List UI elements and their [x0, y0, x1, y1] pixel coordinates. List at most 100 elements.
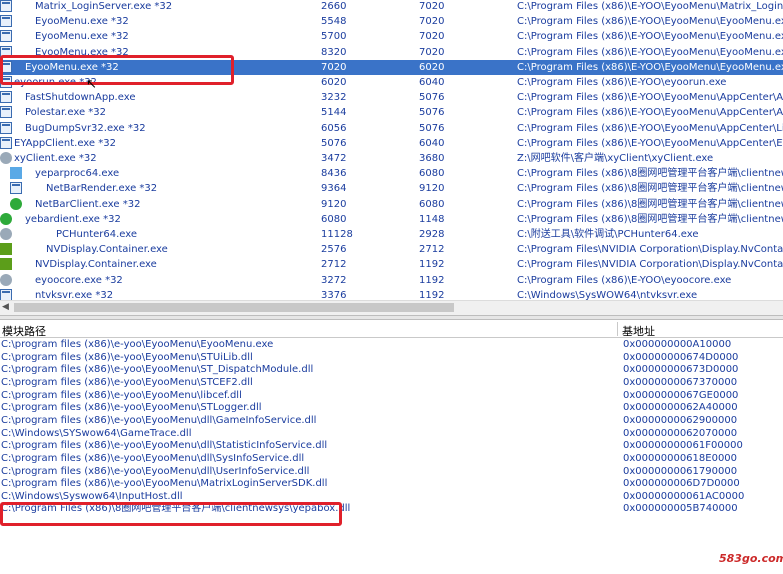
process-pid: 5548	[321, 16, 347, 28]
process-row[interactable]: EyooMenu.exe *32 5700 7020 C:\Program Files…	[0, 29, 783, 44]
module-path: C:\program files (x86)\e-yoo\EyooMenu\ST…	[1, 402, 262, 414]
process-name: NVDisplay.Container.exe	[35, 259, 157, 271]
process-path: C:\Program Files\NVIDIA Corporation\Disp…	[517, 244, 783, 256]
process-pid: 5144	[321, 107, 347, 119]
module-row[interactable]: C:\Windows\Syswow64\InputHost.dll 0x00000…	[0, 490, 783, 503]
process-path: C:\Program Files (x86)\E-YOO\EyooMenu\Ey…	[517, 61, 783, 73]
process-row[interactable]: NetBarClient.exe *32 9120 6080 C:\Program F…	[0, 197, 783, 212]
window-icon	[0, 136, 12, 149]
process-row[interactable]: BugDumpSvr32.exe *32 6056 5076 C:\Program F…	[0, 121, 783, 136]
scroll-thumb[interactable]	[14, 303, 454, 312]
process-row[interactable]: EYAppClient.exe *32 5076 6040 C:\Program Fi…	[0, 136, 783, 151]
process-pid: 8436	[321, 168, 347, 180]
window-icon	[0, 30, 12, 43]
highlight-box-process	[0, 55, 234, 85]
process-name: xyClient.exe *32	[14, 153, 97, 164]
module-base-address: 0x00000000061AC0000	[623, 490, 745, 502]
process-row[interactable]: yeparproc64.exe 8436 6080 C:\Program Files …	[0, 166, 783, 181]
module-row[interactable]: C:\program files (x86)\e-yoo\EyooMenu\li…	[0, 389, 783, 402]
process-parent-pid: 6040	[419, 77, 445, 88]
process-parent-pid: 1192	[419, 289, 445, 300]
process-path: C:\Program Files (x86)\E-YOO\EyooMenu\Ey…	[517, 46, 783, 58]
module-row[interactable]: C:\program files (x86)\e-yoo\EyooMenu\ST…	[0, 401, 783, 414]
process-row[interactable]: PCHunter64.exe 11128 2928 C:\附送工具\软件调试\PCHu…	[0, 227, 783, 242]
process-path: C:\Program Files (x86)\E-YOO\EyooMenu\Ap…	[517, 122, 783, 134]
green-circle-icon	[0, 212, 12, 225]
process-pid: 11128	[321, 229, 353, 240]
window-icon	[0, 91, 12, 104]
column-header-module-path[interactable]: 模块路径	[2, 323, 46, 339]
process-name: yebardient.exe *32	[25, 213, 121, 225]
column-header-base-address[interactable]: 基地址	[622, 323, 655, 339]
process-parent-pid: 1192	[419, 274, 445, 286]
process-row[interactable]: NetBarRender.exe *32 9364 9120 C:\Program F…	[0, 181, 783, 196]
process-parent-pid: 3680	[419, 153, 445, 164]
module-base-address: 0x000000000A10000	[623, 339, 732, 350]
process-row[interactable]: Matrix_LoginServer.exe *32 2660 7020 C:\Pro…	[0, 0, 783, 14]
process-pid: 6080	[321, 213, 347, 225]
module-path: C:\program files (x86)\e-yoo\EyooMenu\dl…	[1, 452, 305, 464]
scroll-left-icon[interactable]: ◀	[2, 302, 9, 312]
module-row[interactable]: C:\program files (x86)\e-yoo\EyooMenu\dl…	[0, 439, 783, 452]
watermark: 583go.com	[719, 552, 783, 565]
module-path: C:\program files (x86)\e-yoo\EyooMenu\dl…	[1, 414, 317, 426]
process-parent-pid: 6080	[419, 168, 445, 180]
process-row[interactable]: FastShutdownApp.exe 3232 5076 C:\Program Fi…	[0, 90, 783, 105]
module-path: C:\program files (x86)\e-yoo\EyooMenu\Ma…	[1, 478, 328, 490]
process-row[interactable]: NVDisplay.Container.exe 2712 1192 C:\Progra…	[0, 257, 783, 272]
process-path: C:\Program Files (x86)\8圈网吧管理平台客户端\clien…	[517, 198, 783, 210]
process-pid: 2576	[321, 244, 347, 256]
module-row[interactable]: C:\program files (x86)\e-yoo\EyooMenu\ST…	[0, 376, 783, 389]
process-parent-pid: 7020	[419, 1, 445, 12]
module-row[interactable]: C:\program files (x86)\e-yoo\EyooMenu\dl…	[0, 465, 783, 478]
module-base-address: 0x0000000062070000	[623, 427, 738, 439]
module-path: C:\program files (x86)\e-yoo\EyooMenu\ST…	[1, 351, 253, 363]
window-icon	[10, 182, 22, 195]
process-name: EyooMenu.exe *32	[35, 16, 129, 28]
process-path: C:\Program Files (x86)\8圈网吧管理平台客户端\clien…	[517, 213, 783, 225]
process-name: NetBarRender.exe *32	[46, 183, 158, 195]
process-pid: 9120	[321, 198, 347, 210]
gear-icon	[0, 228, 12, 240]
process-path: C:\Program Files (x86)\E-YOO\EyooMenu\Ap…	[517, 137, 783, 149]
module-row[interactable]: C:\program files (x86)\e-yoo\EyooMenu\Ey…	[0, 338, 783, 351]
process-row[interactable]: yebardient.exe *32 6080 1148 C:\Program Fil…	[0, 212, 783, 227]
process-pid: 6020	[321, 77, 347, 88]
process-path: C:\Program Files (x86)\E-YOO\EyooMenu\Ap…	[517, 107, 783, 119]
module-path: C:\program files (x86)\e-yoo\EyooMenu\ST…	[1, 376, 253, 388]
column-separator[interactable]	[617, 322, 618, 336]
process-parent-pid: 6080	[419, 198, 445, 210]
module-base-address: 0x00000000061F00000	[623, 440, 743, 452]
process-pid: 3272	[321, 274, 347, 286]
window-icon	[0, 121, 12, 134]
highlight-box-module	[0, 502, 342, 526]
module-row[interactable]: C:\program files (x86)\e-yoo\EyooMenu\ST…	[0, 363, 783, 376]
horizontal-scrollbar[interactable]: ◀	[0, 300, 783, 315]
process-row[interactable]: EyooMenu.exe *32 5548 7020 C:\Program Files…	[0, 14, 783, 29]
process-path: C:\附送工具\软件调试\PCHunter64.exe	[517, 229, 699, 240]
process-name: EYAppClient.exe *32	[14, 137, 116, 149]
process-row[interactable]: eyoocore.exe *32 3272 1192 C:\Program Files…	[0, 273, 783, 288]
process-parent-pid: 5076	[419, 107, 445, 119]
process-row[interactable]: NVDisplay.Container.exe 2576 2712 C:\Progra…	[0, 242, 783, 257]
module-row[interactable]: C:\program files (x86)\e-yoo\EyooMenu\ST…	[0, 351, 783, 364]
window-icon	[0, 15, 12, 28]
process-row[interactable]: Polestar.exe *32 5144 5076 C:\Program Files…	[0, 105, 783, 120]
process-name: EyooMenu.exe *32	[35, 31, 129, 43]
process-parent-pid: 9120	[419, 183, 445, 195]
module-row[interactable]: C:\program files (x86)\e-yoo\EyooMenu\dl…	[0, 414, 783, 427]
process-path: C:\Program Files (x86)\E-YOO\EyooMenu\Ma…	[517, 1, 783, 12]
process-row[interactable]: xyClient.exe *32 3472 3680 Z:\网吧软件\客户端\xyCl…	[0, 151, 783, 166]
process-parent-pid: 7020	[419, 16, 445, 28]
module-row[interactable]: C:\Windows\SYSwow64\GameTrace.dll 0x00000…	[0, 427, 783, 440]
module-row[interactable]: C:\program files (x86)\e-yoo\EyooMenu\dl…	[0, 452, 783, 465]
pane-splitter[interactable]	[0, 315, 783, 320]
module-row[interactable]: C:\program files (x86)\e-yoo\EyooMenu\Ma…	[0, 477, 783, 490]
process-path: C:\Program Files (x86)\E-YOO\eyoorun.exe	[517, 77, 727, 88]
process-path: C:\Program Files (x86)\8圈网吧管理平台客户端\clien…	[517, 168, 783, 180]
process-parent-pid: 6020	[419, 61, 445, 73]
gear-icon	[0, 152, 12, 164]
process-pid: 5076	[321, 137, 347, 149]
process-row[interactable]: ntvksvr.exe *32 3376 1192 C:\Windows\SysWOW…	[0, 288, 783, 300]
process-name: Matrix_LoginServer.exe *32	[35, 1, 173, 12]
